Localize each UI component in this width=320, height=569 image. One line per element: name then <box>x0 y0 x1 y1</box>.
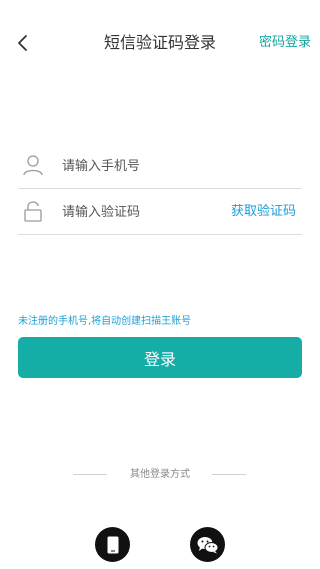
code-field: 获取验证码 <box>18 190 302 235</box>
auto-register-notice: 未注册的手机号,将自动创建扫描王账号 <box>18 316 192 327</box>
phone-field <box>18 144 302 189</box>
password-login-link[interactable]: 密码登录 <box>259 35 311 51</box>
user-icon <box>23 155 43 176</box>
wechat-login-button[interactable] <box>190 527 225 562</box>
divider-line-right <box>212 474 246 475</box>
phone-login-button[interactable] <box>95 527 130 562</box>
login-button[interactable]: 登录 <box>18 337 302 378</box>
phone-icon <box>107 536 118 553</box>
phone-input[interactable] <box>62 156 212 176</box>
header: 短信验证码登录 密码登录 <box>0 0 320 86</box>
code-input[interactable] <box>62 202 212 222</box>
wechat-icon <box>197 536 218 553</box>
other-login-divider: 其他登录方式 <box>0 467 320 483</box>
other-login-label: 其他登录方式 <box>130 469 190 480</box>
lock-icon <box>24 201 42 222</box>
get-code-button[interactable]: 获取验证码 <box>231 203 296 221</box>
